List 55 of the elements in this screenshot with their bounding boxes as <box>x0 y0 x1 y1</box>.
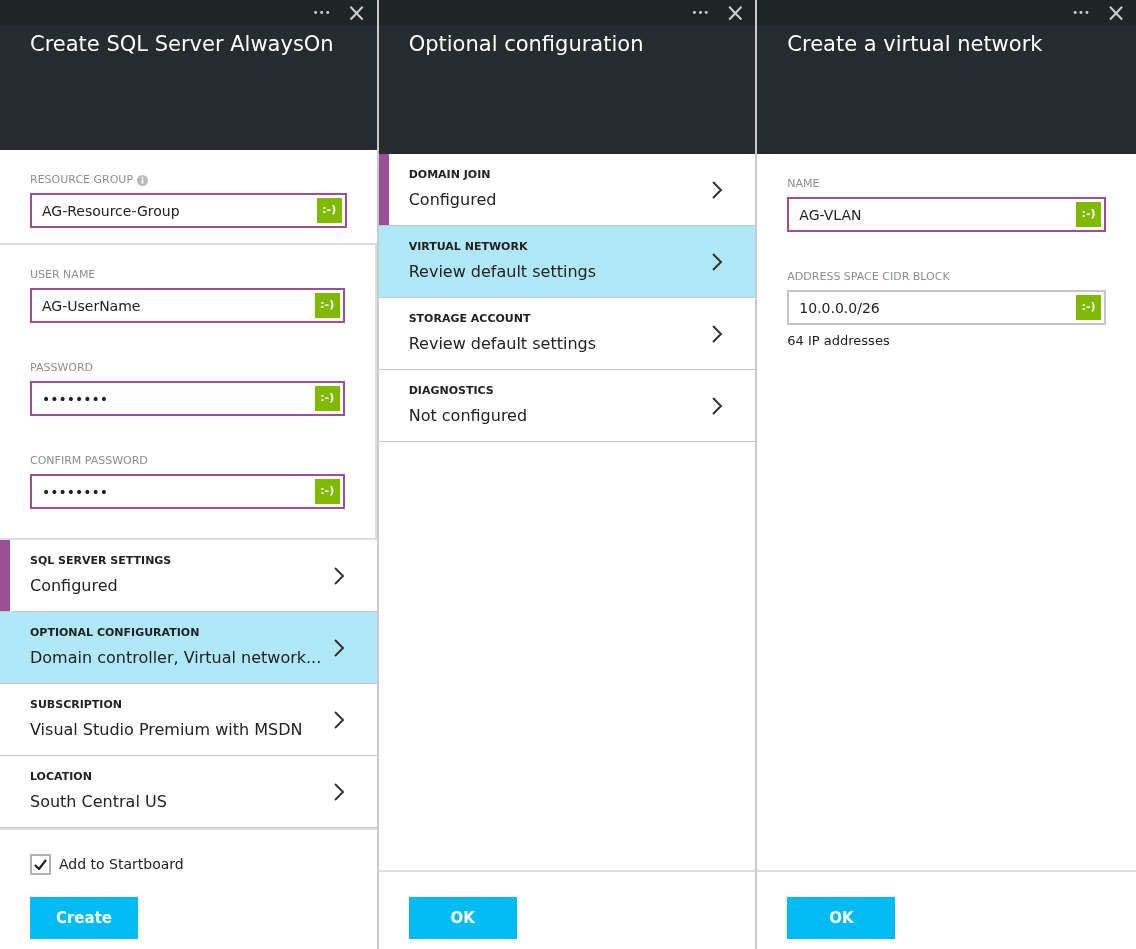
chevron-right-icon <box>332 781 345 802</box>
blade-title: Create SQL Server AlwaysOn <box>29 31 335 58</box>
configured-bar <box>378 154 389 225</box>
more-button[interactable]: ••• <box>1072 5 1090 20</box>
checkbox[interactable] <box>30 854 51 875</box>
valid-badge: :-) <box>314 293 340 318</box>
settings-item[interactable]: SQL SERVER SETTINGS Configured <box>0 540 377 612</box>
field-label: CONFIRM PASSWORD <box>30 452 148 469</box>
close-button[interactable]: × <box>725 0 746 25</box>
valid-badge: :-) <box>1076 202 1101 227</box>
chevron-right-icon <box>332 709 345 730</box>
chevron-right-icon <box>711 251 724 272</box>
settings-item[interactable]: OPTIONAL CONFIGURATION Domain controller, Virtual network... <box>0 612 377 684</box>
checkbox-label: Add to Startboard <box>59 855 184 874</box>
chevron-right-icon <box>711 323 724 344</box>
settings-item[interactable]: VIRTUAL NETWORK Review default settings <box>378 226 756 298</box>
item-label: LOCATION <box>30 768 93 785</box>
item-label: VIRTUAL NETWORK <box>408 238 529 255</box>
item-value: Configured <box>30 575 119 598</box>
chevron-right-icon <box>711 395 724 416</box>
field-label: PASSWORD <box>30 359 94 376</box>
item-value: South Central US <box>30 791 168 814</box>
item-label: SQL SERVER SETTINGS <box>30 552 173 569</box>
item-label: DIAGNOSTICS <box>408 382 495 399</box>
close-button[interactable]: × <box>346 0 367 25</box>
field-label: ADDRESS SPACE CIDR BLOCK <box>787 268 950 285</box>
blade-title: Create a virtual network <box>786 31 1044 58</box>
configured-bar <box>0 540 10 611</box>
chevron-right-icon <box>711 179 724 200</box>
item-label: DOMAIN JOIN <box>408 166 492 183</box>
item-value: Domain controller, Virtual network... <box>30 647 323 670</box>
item-label: OPTIONAL CONFIGURATION <box>30 624 201 641</box>
item-value: Visual Studio Premium with MSDN <box>30 719 304 742</box>
field-label: RESOURCE GROUP <box>30 171 134 188</box>
more-button[interactable]: ••• <box>312 5 331 20</box>
valid-badge: :-) <box>316 198 342 223</box>
item-value: Review default settings <box>408 261 598 284</box>
close-button[interactable]: × <box>1105 0 1126 25</box>
chevron-right-icon <box>332 565 345 586</box>
item-label: STORAGE ACCOUNT <box>408 310 532 327</box>
item-value: Configured <box>408 189 498 212</box>
more-button[interactable]: ••• <box>691 5 710 20</box>
checkmark-icon <box>34 859 47 870</box>
field-note: 64 IP addresses <box>787 332 891 350</box>
valid-badge: :-) <box>1076 295 1101 320</box>
settings-item[interactable]: DOMAIN JOIN Configured <box>378 154 756 226</box>
item-label: SUBSCRIPTION <box>30 696 123 713</box>
field-label: NAME <box>787 175 820 192</box>
valid-badge: :-) <box>314 479 340 504</box>
valid-badge: :-) <box>314 386 340 411</box>
chevron-right-icon <box>332 637 345 658</box>
field-label: USER NAME <box>30 266 96 283</box>
item-value: Review default settings <box>408 333 598 356</box>
item-value: Not configured <box>408 405 529 428</box>
blade-title: Optional configuration <box>407 31 645 58</box>
